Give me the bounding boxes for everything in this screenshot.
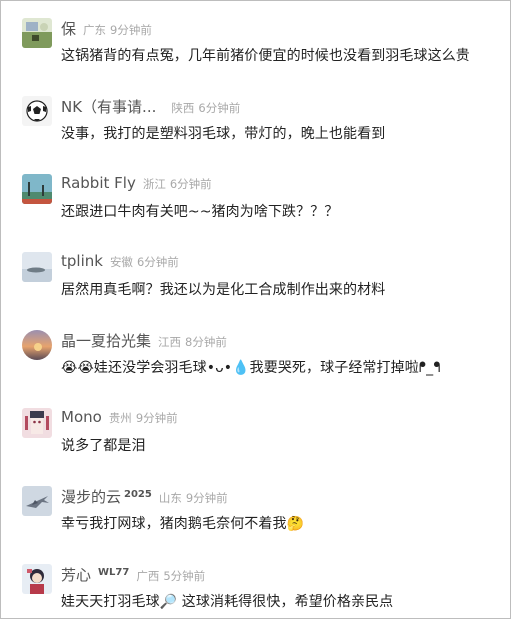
comment-text: 还跟进口牛肉有关吧~~猪肉为啥下跌？？？ [61, 204, 339, 220]
username[interactable]: 保 [61, 18, 76, 39]
comment-text: 居然用真毛啊？我还以为是化工合成制作出来的材料 [61, 282, 386, 298]
level-badge: WL77 [98, 567, 130, 578]
timestamp: 6分钟前 [136, 255, 179, 269]
username[interactable]: Rabbit Fly [61, 174, 136, 192]
comment-item: Rabbit Fly 浙江 6分钟前 还跟进口牛肉有关吧~~猪肉为啥下跌？？？ [1, 157, 510, 235]
comment-text: 这锅猪背的有点冤，几年前猪价便宜的时候也没看到羽毛球这么贵 [61, 48, 470, 64]
comment-meta: Mono 贵州 9分钟前 [61, 408, 178, 430]
timestamp: 6分钟前 [169, 177, 212, 191]
comment-item: 漫步的云 2025 山东 9分钟前 幸亏我打网球，猪肉鹅毛奈何不着我🤔 [1, 469, 510, 547]
comment-meta: Rabbit Fly 浙江 6分钟前 [61, 174, 212, 196]
comment-item: 保 广东 9分钟前 这锅猪背的有点冤，几年前猪价便宜的时候也没看到羽毛球这么贵 [1, 1, 510, 79]
timestamp: 9分钟前 [185, 491, 228, 505]
username[interactable]: tplink [61, 252, 103, 270]
comment-item: 芳心 WL77 广西 5分钟前 娃天天打羽毛球🔎 这球消耗得很快，希望价格亲民点 [1, 547, 510, 618]
location-label: 陕西 [171, 101, 195, 115]
timestamp: 8分钟前 [185, 335, 227, 349]
comment-item: NK（有事请... 陕西 6分钟前 没事，我打的是塑料羽毛球，带灯的，晚上也能看… [1, 79, 510, 157]
location-label: 安徽 [109, 255, 133, 269]
island-avatar[interactable] [22, 252, 52, 282]
cartoon-avatar[interactable] [22, 564, 52, 594]
comment-text: 幸亏我打网球，猪肉鹅毛奈何不着我🤔 [61, 516, 305, 532]
sunset-avatar[interactable] [22, 330, 52, 360]
comment-list: 保 广东 9分钟前 这锅猪背的有点冤，几年前猪价便宜的时候也没看到羽毛球这么贵 … [0, 0, 511, 619]
comment-meta: 芳心 WL77 广西 5分钟前 [61, 564, 205, 586]
soccer-ball-avatar[interactable] [22, 96, 52, 126]
anime-avatar[interactable] [22, 408, 52, 438]
comment-text: 没事，我打的是塑料羽毛球，带灯的，晚上也能看到 [61, 126, 386, 142]
timestamp: 5分钟前 [163, 569, 206, 583]
comment-meta: tplink 安徽 6分钟前 [61, 252, 179, 274]
jet-avatar[interactable] [22, 486, 52, 516]
username[interactable]: 晶一夏拾光集 [61, 330, 151, 351]
level-badge: 2025 [124, 489, 152, 500]
tree-sky-avatar[interactable] [22, 174, 52, 204]
location-label: 贵州 [108, 411, 132, 425]
location-label: 广东 [83, 23, 107, 37]
comment-item: tplink 安徽 6分钟前 居然用真毛啊？我还以为是化工合成制作出来的材料 [1, 235, 510, 313]
comment-meta: NK（有事请... 陕西 6分钟前 [61, 96, 240, 118]
comment-item: Mono 贵州 9分钟前 说多了都是泪 [1, 391, 510, 469]
location-label: 山东 [158, 491, 182, 505]
location-label: 广西 [136, 569, 160, 583]
location-label: 浙江 [142, 177, 166, 191]
comment-text: 😭😭娃还没学会羽毛球•ᴗ•💧我要哭死，球子经常打掉啦ᖰ_ᖳ [61, 360, 441, 376]
comment-meta: 保 广东 9分钟前 [61, 18, 152, 40]
username[interactable]: Mono [61, 408, 102, 426]
comment-item: 晶一夏拾光集 江西 8分钟前 😭😭娃还没学会羽毛球•ᴗ•💧我要哭死，球子经常打掉… [1, 313, 510, 391]
comment-text: 娃天天打羽毛球🔎 这球消耗得很快，希望价格亲民点 [61, 594, 394, 610]
timestamp: 9分钟前 [110, 23, 152, 37]
comment-meta: 漫步的云 2025 山东 9分钟前 [61, 486, 228, 508]
comment-text: 说多了都是泪 [61, 438, 146, 454]
username[interactable]: 漫步的云 [61, 486, 121, 507]
timestamp: 6分钟前 [198, 101, 241, 115]
username[interactable]: 芳心 [61, 564, 91, 585]
username[interactable]: NK（有事请... [61, 96, 156, 117]
landscape-avatar[interactable] [22, 18, 52, 48]
location-label: 江西 [158, 335, 182, 349]
comment-meta: 晶一夏拾光集 江西 8分钟前 [61, 330, 227, 352]
timestamp: 9分钟前 [135, 411, 178, 425]
